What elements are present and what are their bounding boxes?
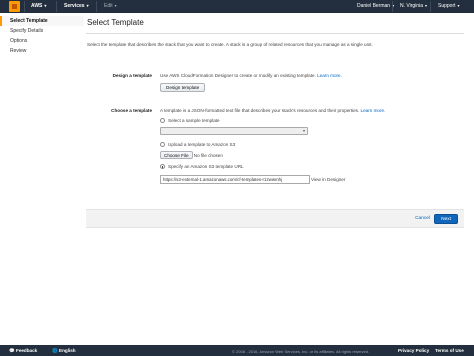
speech-bubble-icon: 💬	[9, 348, 15, 353]
choose-file-button[interactable]: Choose File	[160, 151, 193, 159]
user-menu-label: Daniel Berman	[357, 3, 391, 9]
chevron-down-icon: ▾	[457, 3, 460, 8]
divider	[24, 1, 25, 12]
aws-cube-icon[interactable]	[9, 1, 20, 12]
design-text: Use AWS CloudFormation Designer to creat…	[160, 73, 342, 78]
sample-option[interactable]: Select a sample template	[160, 118, 220, 124]
services-menu[interactable]: Services ▾	[64, 3, 89, 9]
url-radio[interactable]	[160, 164, 165, 170]
support-menu-label: Support	[438, 3, 456, 9]
wizard-steps: Select Template Specify Details Options …	[0, 16, 84, 56]
divider	[56, 1, 57, 12]
page-description: Select the template that describes the s…	[87, 42, 373, 47]
choose-description: A template is a JSON-formatted text file…	[160, 108, 360, 113]
upload-radio[interactable]	[160, 142, 165, 148]
step-specify-details[interactable]: Specify Details	[0, 26, 84, 36]
cancel-button[interactable]: Cancel	[415, 216, 430, 221]
chevron-down-icon: ▾	[44, 3, 47, 8]
privacy-policy-link[interactable]: Privacy Policy	[398, 348, 429, 353]
step-options[interactable]: Options	[0, 36, 84, 46]
upload-option[interactable]: Upload a template to Amazon S3	[160, 142, 236, 148]
step-select-template[interactable]: Select Template	[0, 16, 84, 26]
language-label: English	[59, 348, 76, 353]
top-navigation-bar: AWS ▾ Services ▾ Edit ▾ Daniel Berman ▾ N. V…	[0, 0, 474, 13]
upload-option-label: Upload a template to Amazon S3	[168, 142, 236, 147]
url-option-label: Specify an Amazon S3 template URL	[168, 164, 244, 169]
terms-of-use-link[interactable]: Terms of Use	[435, 348, 464, 353]
next-button[interactable]: Next	[434, 214, 458, 224]
aws-menu[interactable]: AWS ▾	[31, 3, 46, 9]
edit-menu-label: Edit	[104, 3, 113, 9]
feedback-link[interactable]: 💬 Feedback	[9, 348, 37, 354]
step-review[interactable]: Review	[0, 46, 84, 56]
url-option[interactable]: Specify an Amazon S3 template URL	[160, 164, 244, 170]
feedback-label: Feedback	[16, 348, 38, 353]
bottom-bar: 💬 Feedback 🌐 English © 2008 - 2016, Amaz…	[0, 345, 474, 356]
s3-url-input[interactable]: https://s3-external-1.amazonaws.com/cf-t…	[160, 175, 310, 184]
chevron-down-icon: ▾	[302, 128, 305, 133]
no-file-text: No file chosen	[193, 153, 223, 158]
page-title: Select Template	[86, 16, 464, 34]
design-description: Use AWS CloudFormation Designer to creat…	[160, 73, 316, 78]
aws-menu-label: AWS	[31, 3, 43, 9]
view-in-designer-link[interactable]: View in Designer	[311, 177, 345, 182]
main-panel: Select Template Select the template that…	[86, 16, 464, 47]
wizard-footer: Cancel Next	[86, 209, 464, 228]
region-menu-label: N. Virginia	[400, 3, 423, 9]
divider	[430, 1, 431, 12]
chevron-down-icon: ▾	[114, 3, 117, 8]
region-menu[interactable]: N. Virginia ▾	[400, 3, 427, 9]
sample-radio[interactable]	[160, 118, 165, 124]
globe-icon: 🌐	[52, 348, 58, 353]
divider	[96, 1, 97, 12]
chevron-down-icon: ▾	[86, 3, 89, 8]
choose-label: Choose a template	[111, 108, 152, 113]
user-menu[interactable]: Daniel Berman ▾	[357, 3, 394, 9]
services-menu-label: Services	[64, 3, 85, 9]
chevron-down-icon: ▾	[424, 3, 427, 8]
edit-menu[interactable]: Edit ▾	[104, 3, 117, 9]
design-button-wrap: Design template	[160, 83, 206, 92]
sample-template-select[interactable]: ▾	[160, 127, 308, 135]
design-learn-more-link[interactable]: Learn more.	[317, 73, 342, 78]
support-menu[interactable]: Support ▾	[438, 3, 460, 9]
design-template-button[interactable]: Design template	[160, 83, 206, 92]
sample-option-label: Select a sample template	[168, 118, 220, 123]
file-picker: Choose File No file chosen	[160, 151, 223, 159]
design-label: Design a template	[112, 73, 152, 78]
copyright-text: © 2008 - 2016, Amazon Web Services, Inc.…	[232, 348, 370, 354]
choose-text: A template is a JSON-formatted text file…	[160, 108, 385, 113]
choose-learn-more-link[interactable]: Learn more.	[361, 108, 386, 113]
language-link[interactable]: 🌐 English	[52, 348, 76, 354]
divider	[392, 1, 393, 12]
